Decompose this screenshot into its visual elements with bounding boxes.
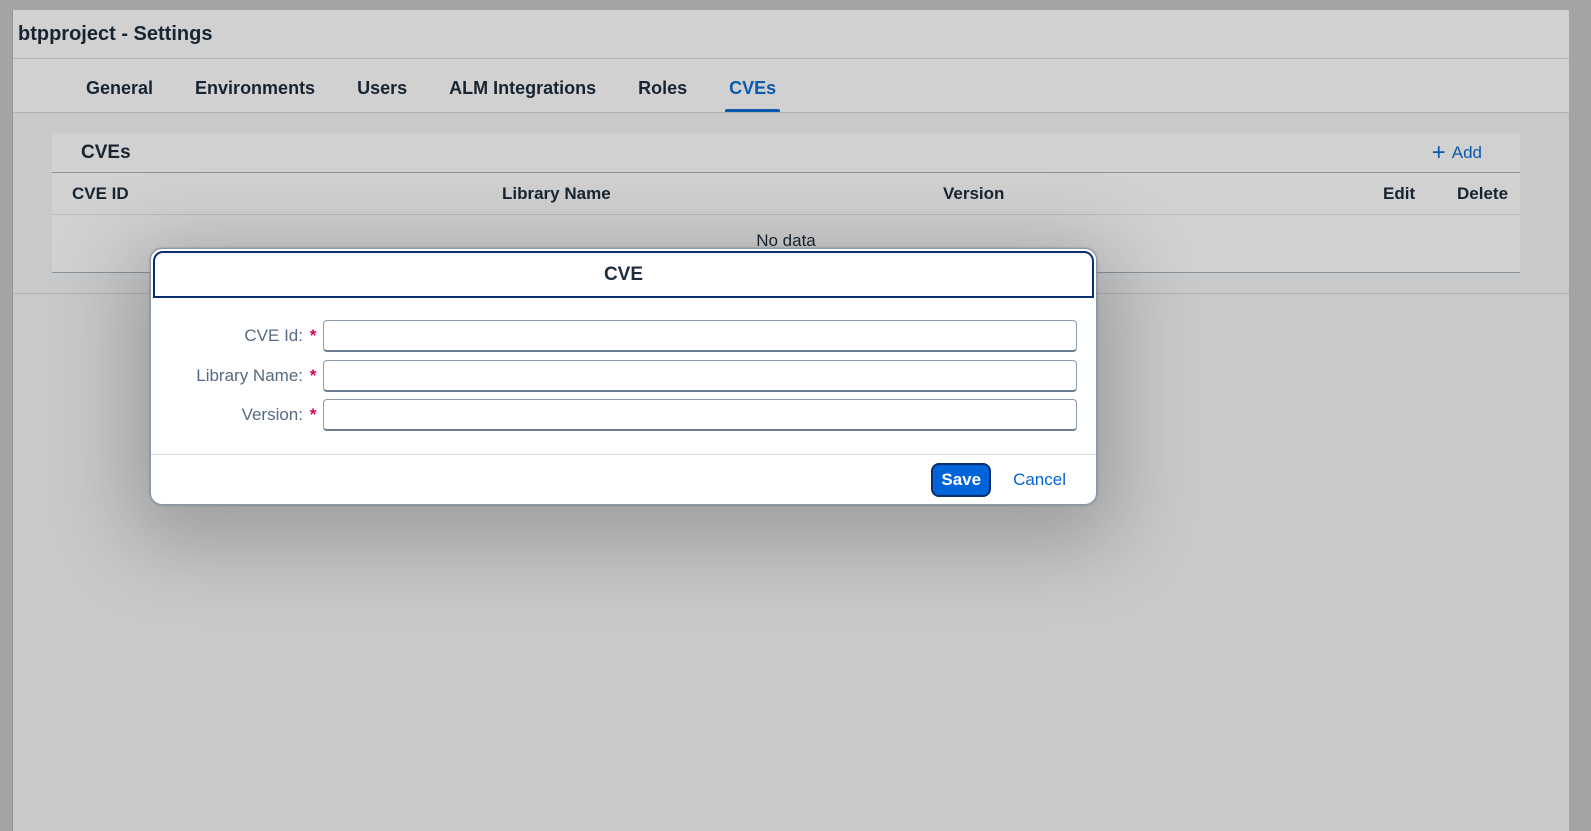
dialog-title: CVE [603, 263, 644, 285]
cancel-button[interactable]: Cancel [1011, 465, 1068, 495]
cve-dialog: CVE CVE Id: * Library Name: * Version: *… [150, 248, 1097, 505]
required-marker: * [309, 405, 317, 424]
form-row-cve-id: CVE Id: * [151, 320, 1096, 352]
version-label: Version: [241, 405, 303, 424]
version-input[interactable] [323, 399, 1077, 431]
form-row-library-name: Library Name: * [151, 360, 1096, 392]
cve-id-label: CVE Id: [244, 326, 303, 345]
required-marker: * [309, 326, 317, 345]
save-button[interactable]: Save [931, 462, 992, 497]
dialog-header: CVE [153, 251, 1094, 298]
cve-id-input[interactable] [323, 320, 1077, 352]
library-name-input[interactable] [323, 360, 1077, 392]
required-marker: * [309, 366, 317, 385]
library-name-label: Library Name: [196, 366, 303, 385]
dialog-footer: Save Cancel [151, 454, 1096, 504]
form-row-version: Version: * [151, 399, 1096, 431]
